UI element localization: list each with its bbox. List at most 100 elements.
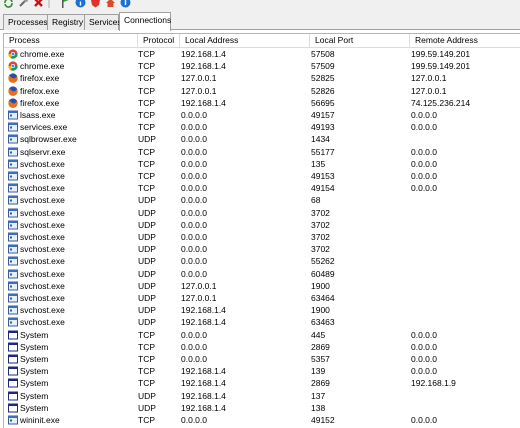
table-row[interactable]: services.exe TCP 0.0.0.0 49193 0.0.0.0	[4, 121, 520, 133]
table-row[interactable]: System TCP 192.168.1.4 139 0.0.0.0	[4, 365, 520, 377]
table-row[interactable]: svchost.exe TCP 0.0.0.0 135 0.0.0.0	[4, 158, 520, 170]
table-row[interactable]: svchost.exe UDP 0.0.0.0 68	[4, 194, 520, 206]
local-port-cell: 49152	[311, 415, 335, 425]
table-row[interactable]: System UDP 192.168.1.4 138	[4, 402, 520, 414]
protocol-cell: UDP	[138, 293, 156, 303]
protocol-cell: TCP	[138, 354, 155, 364]
service-icon	[8, 256, 18, 266]
local-address-cell: 0.0.0.0	[181, 329, 207, 340]
remote-address-cell	[411, 231, 520, 243]
table-row[interactable]: wininit.exe TCP 0.0.0.0 49152 0.0.0.0	[4, 414, 520, 426]
remote-address-cell	[411, 243, 520, 255]
protocol-cell: TCP	[138, 183, 155, 194]
service-icon	[8, 208, 18, 218]
column-header-remote-address[interactable]: Remote Address	[410, 34, 520, 47]
local-port-cell: 55262	[311, 256, 335, 267]
remote-address-cell	[411, 194, 520, 206]
table-row[interactable]: System TCP 0.0.0.0 2869 0.0.0.0	[4, 341, 520, 353]
table-row[interactable]: svchost.exe UDP 0.0.0.0 3702	[4, 219, 520, 231]
local-address-cell: 127.0.0.1	[181, 85, 217, 96]
column-header-local-address[interactable]: Local Address	[180, 34, 310, 47]
local-address-cell: 0.0.0.0	[181, 341, 207, 352]
table-row[interactable]: svchost.exe UDP 0.0.0.0 55262	[4, 255, 520, 267]
column-header-protocol[interactable]: Protocol	[138, 34, 180, 47]
service-icon	[8, 232, 18, 242]
table-row[interactable]: System TCP 0.0.0.0 5357 0.0.0.0	[4, 353, 520, 365]
process-cell: svchost.exe	[20, 171, 65, 181]
table-row[interactable]: lsass.exe TCP 0.0.0.0 49157 0.0.0.0	[4, 109, 520, 121]
table-row[interactable]: svchost.exe UDP 0.0.0.0 3702	[4, 243, 520, 255]
remote-address-cell: 0.0.0.0	[411, 366, 437, 377]
local-port-cell: 1900	[311, 305, 330, 316]
local-port-cell: 49154	[311, 183, 335, 194]
service-icon	[8, 244, 18, 254]
tools-icon[interactable]	[18, 0, 29, 8]
local-port-cell: 56695	[311, 97, 335, 108]
table-row[interactable]: chrome.exe TCP 192.168.1.4 57509 199.59.149.…	[4, 60, 520, 72]
table-row[interactable]: svchost.exe UDP 0.0.0.0 60489	[4, 268, 520, 280]
process-cell: svchost.exe	[20, 256, 65, 267]
table-row[interactable]: svchost.exe UDP 127.0.0.1 63464	[4, 292, 520, 304]
local-address-cell: 0.0.0.0	[181, 232, 207, 242]
service-icon	[8, 159, 18, 169]
remote-address-cell: 0.0.0.0	[411, 158, 437, 169]
local-address-cell: 0.0.0.0	[181, 134, 207, 145]
remote-address-cell: 0.0.0.0	[411, 171, 437, 181]
table-row[interactable]: svchost.exe UDP 192.168.1.4 1900	[4, 304, 520, 316]
table-row[interactable]: firefox.exe TCP 127.0.0.1 52825 127.0.0.1	[4, 72, 520, 84]
protocol-cell: TCP	[138, 171, 155, 181]
tab-registry[interactable]: Registry	[47, 14, 85, 30]
shield-icon[interactable]	[90, 0, 101, 8]
table-row[interactable]: svchost.exe UDP 192.168.1.4 63463	[4, 316, 520, 328]
table-row[interactable]: chrome.exe TCP 192.168.1.4 57508 199.59.149.…	[4, 48, 520, 60]
table-row[interactable]: sqlservr.exe TCP 0.0.0.0 55177 0.0.0.0	[4, 146, 520, 158]
local-address-cell: 0.0.0.0	[181, 171, 207, 181]
local-port-cell: 1434	[311, 134, 330, 145]
process-cell: System	[20, 354, 49, 364]
tab-processes[interactable]: Processes	[3, 14, 48, 30]
process-cell: System	[20, 366, 49, 377]
process-cell: wininit.exe	[20, 415, 60, 425]
process-cell: svchost.exe	[20, 268, 65, 279]
table-row[interactable]: svchost.exe UDP 0.0.0.0 3702	[4, 231, 520, 243]
table-row[interactable]: System UDP 192.168.1.4 137	[4, 390, 520, 402]
column-header-local-port[interactable]: Local Port	[310, 34, 410, 47]
process-cell: svchost.exe	[20, 232, 65, 242]
local-address-cell: 0.0.0.0	[181, 195, 207, 206]
service-icon	[8, 317, 18, 327]
window-icon	[8, 366, 18, 376]
column-header-process[interactable]: Process	[4, 34, 138, 47]
table-row[interactable]: svchost.exe TCP 0.0.0.0 49154 0.0.0.0	[4, 182, 520, 194]
table-row[interactable]: svchost.exe UDP 127.0.0.1 1900	[4, 280, 520, 292]
table-row[interactable]: firefox.exe TCP 127.0.0.1 52826 127.0.0.1	[4, 85, 520, 97]
refresh-icon[interactable]	[3, 0, 14, 8]
help-icon[interactable]	[120, 0, 131, 8]
delete-icon[interactable]	[33, 0, 44, 8]
process-cell: chrome.exe	[20, 61, 65, 72]
local-port-cell: 1900	[311, 280, 330, 291]
tab-services[interactable]: Services	[84, 14, 122, 30]
table-row[interactable]: svchost.exe UDP 0.0.0.0 3702	[4, 207, 520, 219]
service-icon	[8, 134, 18, 144]
protocol-cell: UDP	[138, 305, 156, 316]
table-row[interactable]: System TCP 0.0.0.0 445 0.0.0.0	[4, 329, 520, 341]
local-port-cell: 2869	[311, 341, 330, 352]
web-icon[interactable]	[105, 0, 116, 8]
protocol-cell: TCP	[138, 61, 155, 72]
tab-connections[interactable]: Connections	[119, 12, 171, 31]
firefox-icon	[8, 98, 18, 108]
protocol-cell: TCP	[138, 341, 155, 352]
table-row[interactable]: firefox.exe TCP 192.168.1.4 56695 74.125.236…	[4, 97, 520, 109]
remote-address-cell: 0.0.0.0	[411, 122, 437, 133]
table-row[interactable]: System TCP 192.168.1.4 2869 192.168.1.9	[4, 377, 520, 389]
info-icon[interactable]	[75, 0, 86, 8]
table-row[interactable]: sqlbrowser.exe UDP 0.0.0.0 1434	[4, 133, 520, 145]
process-cell: firefox.exe	[20, 73, 60, 84]
remote-address-cell: 0.0.0.0	[411, 415, 437, 425]
remote-address-cell: 127.0.0.1	[411, 85, 447, 96]
process-cell: lsass.exe	[20, 110, 56, 120]
toolbar-separator	[48, 0, 51, 8]
table-row[interactable]: svchost.exe TCP 0.0.0.0 49153 0.0.0.0	[4, 170, 520, 182]
remote-address-cell	[411, 268, 520, 280]
flag-icon[interactable]	[60, 0, 71, 8]
